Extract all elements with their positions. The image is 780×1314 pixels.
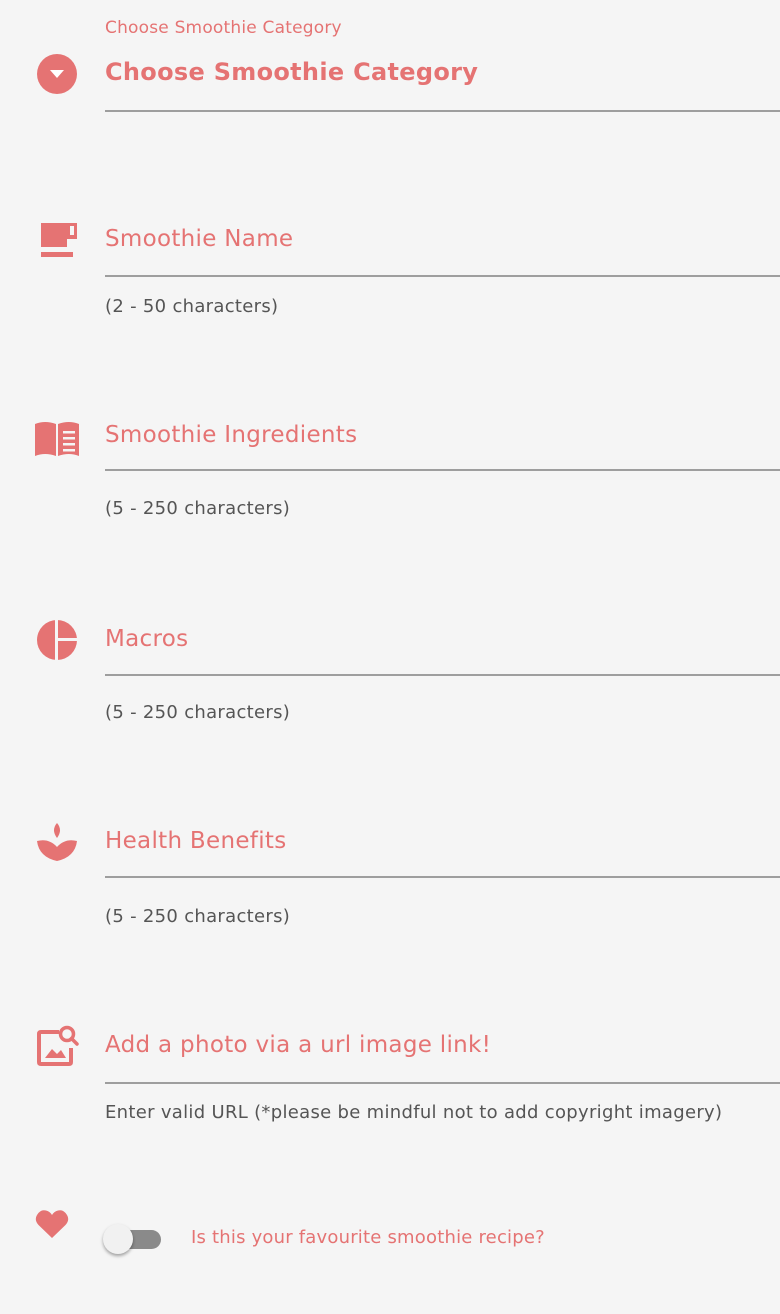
category-floating-label: Choose Smoothie Category: [105, 18, 342, 38]
pie-chart-icon: [34, 617, 80, 663]
category-underline: [105, 110, 780, 112]
smoothie-name-input[interactable]: [105, 218, 780, 264]
smoothie-name-underline: [105, 275, 780, 277]
health-benefits-underline: [105, 876, 780, 878]
smoothie-ingredients-underline: [105, 469, 780, 471]
photo-url-helper: Enter valid URL (*please be mindful not …: [105, 1102, 723, 1123]
macros-underline: [105, 674, 780, 676]
health-benefits-helper: (5 - 250 characters): [105, 906, 291, 927]
add-smoothie-form: Choose Smoothie Category Choose Smoothie…: [0, 0, 780, 1314]
open-book-icon: [34, 415, 80, 461]
smoothie-name-row: Smoothie Name (2 - 50 characters): [0, 200, 780, 330]
health-benefits-input[interactable]: [105, 820, 780, 866]
favourite-toggle-label[interactable]: Is this your favourite smoothie recipe?: [191, 1227, 545, 1248]
macros-row: Macros (5 - 250 characters): [0, 600, 780, 730]
smoothie-ingredients-helper: (5 - 250 characters): [105, 498, 291, 519]
spa-lotus-icon: [34, 819, 80, 865]
macros-helper: (5 - 250 characters): [105, 702, 291, 723]
coffee-cup-icon: [34, 218, 80, 264]
health-benefits-row: Health Benefits (5 - 250 characters): [0, 800, 780, 930]
smoothie-name-helper: (2 - 50 characters): [105, 296, 279, 317]
photo-url-input[interactable]: [105, 1024, 780, 1070]
category-select[interactable]: Choose Smoothie Category: [105, 58, 478, 86]
dropdown-circle-icon[interactable]: [34, 51, 80, 97]
favourite-row: Is this your favourite smoothie recipe?: [0, 1200, 780, 1280]
favourite-toggle[interactable]: [103, 1224, 163, 1254]
smoothie-ingredients-input[interactable]: [105, 414, 780, 460]
photo-url-row: Add a photo via a url image link! Enter …: [0, 1000, 780, 1140]
category-select-row: Choose Smoothie Category Choose Smoothie…: [0, 0, 780, 130]
heart-icon: [30, 1202, 74, 1246]
smoothie-ingredients-row: Smoothie Ingredients (5 - 250 characters…: [0, 400, 780, 530]
image-search-icon: [34, 1023, 80, 1069]
toggle-knob: [103, 1224, 133, 1254]
photo-url-underline: [105, 1082, 780, 1084]
macros-input[interactable]: [105, 618, 780, 664]
